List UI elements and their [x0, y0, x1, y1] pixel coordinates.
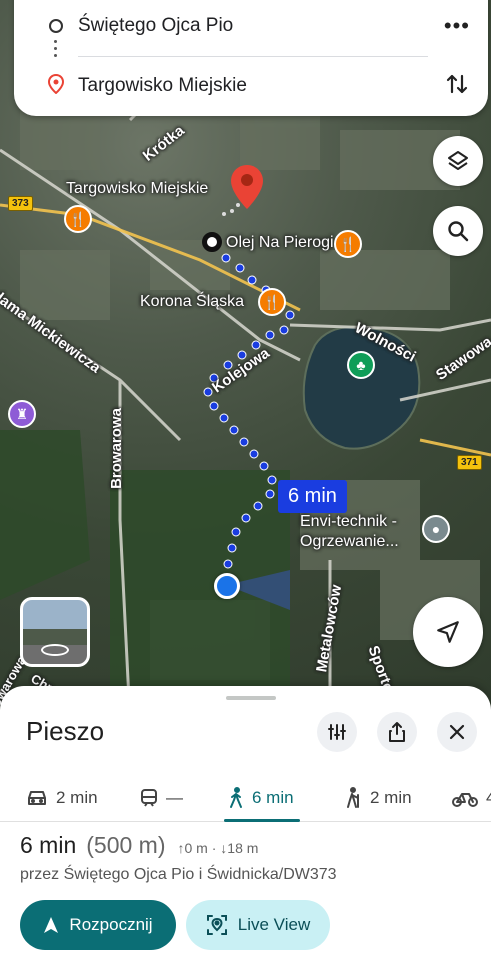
summary-elevation: ↑0 m · ↓18 m: [177, 840, 259, 856]
street-label: Browarowa: [107, 408, 125, 489]
active-tab-indicator: [224, 819, 300, 822]
layers-icon: [448, 151, 468, 170]
tab-walking-label: 6 min: [252, 788, 294, 807]
close-icon: [449, 724, 465, 740]
my-location-button[interactable]: [413, 597, 483, 667]
restaurant-icon[interactable]: 🍴: [258, 288, 286, 316]
restaurant-icon[interactable]: 🍴: [334, 230, 362, 258]
route-summary: 6 min (500 m) ↑0 m · ↓18 m: [20, 832, 258, 859]
road-shield: 373: [8, 196, 33, 211]
start-navigation-button[interactable]: Rozpocznij: [20, 900, 176, 950]
road-shield: 371: [457, 455, 482, 470]
poi-label-olej-na-pierogi[interactable]: Olej Na Pierogi: [226, 234, 334, 252]
street-view-rotate-icon: [41, 644, 69, 656]
park-icon[interactable]: ♣: [347, 351, 375, 379]
tab-ride-label: 2 min: [370, 788, 412, 807]
poi-label-envi-technik[interactable]: Envi-technik - Ogrzewanie...: [300, 512, 420, 552]
live-view-label: Live View: [237, 915, 311, 934]
sliders-icon: [328, 724, 346, 740]
navigation-icon: [44, 917, 59, 933]
layers-button[interactable]: [433, 136, 483, 186]
search-button[interactable]: [433, 206, 483, 256]
tab-ride[interactable]: 2 min: [344, 774, 412, 822]
current-location-marker: [214, 573, 240, 599]
tab-driving[interactable]: 2 min: [26, 774, 98, 822]
car-icon: [28, 791, 46, 805]
share-button[interactable]: [377, 712, 417, 752]
wheelchair-walk-icon: [347, 787, 359, 808]
route-via: przez Świętego Ojca Pio i Świdnicka/DW37…: [20, 866, 337, 883]
destination-field[interactable]: Targowisko Miejskie: [78, 75, 247, 97]
start-label: Rozpocznij: [69, 915, 153, 934]
street-view-thumbnail[interactable]: [20, 597, 90, 667]
directions-sheet: Pieszo 2 min — 6 min 2 min 4 6 min (500 …: [0, 686, 491, 960]
destination-row[interactable]: Targowisko Miejskie: [14, 66, 488, 106]
live-view-button[interactable]: Live View: [186, 900, 330, 950]
destination-pin-small-icon: [47, 73, 65, 99]
close-button[interactable]: [437, 712, 477, 752]
tab-cycling[interactable]: 4: [452, 774, 491, 822]
sheet-title: Pieszo: [26, 716, 105, 746]
origin-row[interactable]: Świętego Ojca Pio •••: [14, 6, 488, 46]
route-input-card: Świętego Ojca Pio ••• Targowisko Miejski…: [14, 0, 488, 116]
route-divider: [78, 56, 428, 57]
live-view-icon: [206, 915, 227, 935]
tab-walking[interactable]: 6 min: [228, 774, 294, 822]
origin-field[interactable]: Świętego Ojca Pio: [78, 15, 233, 37]
tab-transit-label: —: [166, 788, 183, 807]
swap-vertical-icon[interactable]: [446, 72, 468, 101]
restaurant-icon[interactable]: 🍴: [64, 205, 92, 233]
tab-cycling-label: 4: [486, 788, 491, 807]
tab-driving-label: 2 min: [56, 788, 98, 807]
navigation-arrow-icon: [437, 621, 459, 643]
landmark-icon[interactable]: ♜: [8, 400, 36, 428]
travel-mode-tabs: 2 min — 6 min 2 min 4: [0, 774, 491, 822]
location-pin-icon[interactable]: ●: [422, 515, 450, 543]
summary-time: 6 min: [20, 832, 77, 858]
route-duration-chip[interactable]: 6 min: [278, 480, 347, 513]
route-options-button[interactable]: [317, 712, 357, 752]
bike-icon: [452, 793, 478, 807]
poi-label-destination[interactable]: Targowisko Miejskie: [66, 180, 208, 198]
share-icon: [389, 722, 405, 742]
walk-icon: [230, 787, 242, 808]
summary-distance: (500 m): [86, 832, 166, 858]
sheet-drag-handle[interactable]: [226, 696, 276, 700]
origin-marker: [202, 232, 222, 252]
more-options-icon[interactable]: •••: [444, 13, 470, 39]
search-icon: [448, 221, 469, 242]
poi-label-korona-slaska[interactable]: Korona Śląska: [140, 293, 244, 311]
route-connector-dots: [54, 40, 58, 61]
origin-circle-icon: [49, 19, 63, 33]
tab-transit[interactable]: —: [140, 774, 183, 822]
transit-icon: [141, 789, 157, 807]
poi-label-text: Envi-technik - Ogrzewanie...: [300, 513, 399, 550]
destination-pin-icon[interactable]: [231, 165, 263, 214]
